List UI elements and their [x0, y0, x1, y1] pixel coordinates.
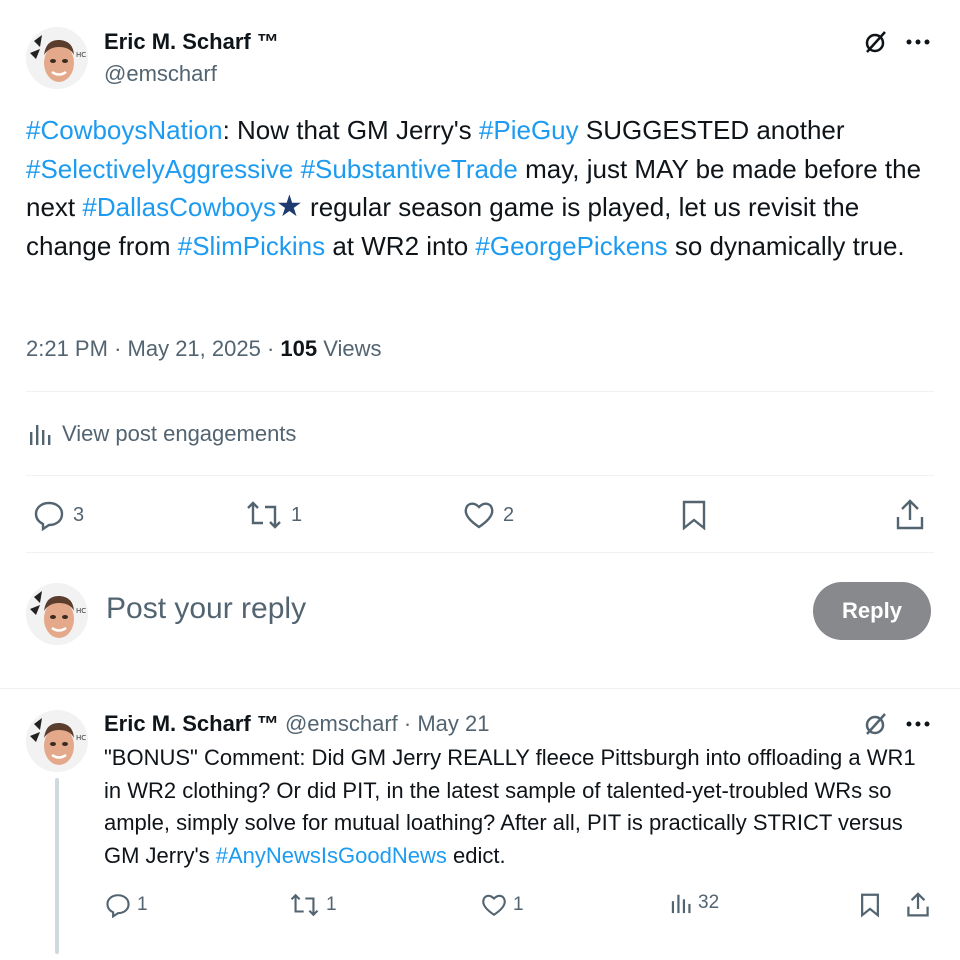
- hashtag-link[interactable]: #GeorgePickens: [475, 231, 667, 261]
- reply-header: Eric M. Scharf ™ @emscharf · May 21: [104, 711, 490, 737]
- bookmark-icon: [682, 500, 706, 531]
- more-options-icon[interactable]: [902, 708, 934, 740]
- share-icon: [907, 892, 929, 917]
- like-count: 2: [503, 503, 515, 526]
- meta-separator: ·: [266, 336, 281, 361]
- divider: [26, 552, 934, 553]
- repost-action[interactable]: 1: [289, 892, 337, 918]
- reply-icon: [106, 894, 130, 918]
- share-icon: [896, 499, 924, 530]
- reply-author-handle[interactable]: @emscharf: [285, 711, 398, 736]
- composer-avatar[interactable]: HC: [26, 583, 88, 645]
- view-engagements-label: View post engagements: [62, 421, 297, 446]
- reply-count: 3: [73, 503, 85, 526]
- thread-line[interactable]: [55, 778, 59, 954]
- author-name[interactable]: Eric M. Scharf ™: [104, 29, 279, 55]
- divider: [26, 391, 934, 392]
- reply-action[interactable]: 1: [105, 892, 148, 918]
- svg-text:HC: HC: [76, 607, 86, 615]
- svg-text:HC: HC: [76, 51, 86, 59]
- divider: [0, 688, 960, 689]
- hashtag-link[interactable]: #DallasCowboys: [82, 192, 276, 222]
- hashtag-link[interactable]: #CowboysNation: [26, 115, 223, 145]
- views-count: 105: [280, 336, 318, 361]
- analytics-icon: [671, 894, 691, 914]
- repost-icon: [247, 501, 281, 529]
- reply-icon: [34, 501, 64, 531]
- hashtag-link[interactable]: #SelectivelyAggressive: [26, 154, 293, 184]
- text-segment: so dynamically true.: [667, 230, 905, 261]
- bookmark-action[interactable]: [859, 892, 881, 918]
- bookmark-action[interactable]: [680, 499, 708, 531]
- reply-separator: ·: [403, 711, 412, 736]
- tweet-time[interactable]: 2:21 PM: [26, 336, 108, 361]
- hashtag-link[interactable]: #SlimPickins: [178, 231, 325, 261]
- text-segment: SUGGESTED another: [578, 115, 845, 145]
- hashtag-link[interactable]: #SubstantiveTrade: [301, 154, 518, 184]
- views-count: 32: [698, 892, 720, 913]
- divider: [26, 475, 934, 476]
- repost-count: 1: [326, 894, 337, 915]
- bookmark-icon: [861, 893, 879, 918]
- analytics-icon: [30, 425, 51, 445]
- meta-separator: ·: [114, 336, 128, 361]
- tweet-date[interactable]: May 21, 2025: [128, 336, 261, 361]
- text-segment: at WR2 into: [325, 230, 476, 261]
- svg-text:HC: HC: [76, 734, 86, 742]
- author-avatar[interactable]: HC: [26, 27, 88, 89]
- grok-icon[interactable]: [860, 26, 892, 58]
- tweet-meta: 2:21 PM · May 21, 2025 · 105 Views: [26, 336, 382, 362]
- grok-icon[interactable]: [860, 708, 892, 740]
- reply-date[interactable]: May 21: [417, 711, 489, 736]
- like-action[interactable]: 2: [463, 499, 514, 531]
- reply-count: 1: [137, 894, 148, 915]
- hashtag-link[interactable]: #AnyNewsIsGoodNews: [216, 843, 447, 868]
- reply-button[interactable]: Reply: [813, 582, 931, 640]
- reply-tweet-text: "BONUS" Comment: Did GM Jerry REALLY fle…: [104, 742, 934, 872]
- share-action[interactable]: [895, 499, 925, 531]
- heart-icon: [464, 502, 494, 529]
- reply-action[interactable]: 3: [33, 499, 84, 531]
- reply-author-name[interactable]: Eric M. Scharf ™: [104, 711, 279, 736]
- reply-author-avatar[interactable]: HC: [26, 710, 88, 772]
- like-action[interactable]: 1: [481, 892, 524, 918]
- views-action[interactable]: 32: [670, 892, 719, 914]
- hashtag-link[interactable]: #PieGuy: [479, 115, 579, 145]
- star-emoji: ★: [276, 189, 303, 224]
- repost-count: 1: [291, 503, 303, 526]
- text-segment: : Now that GM Jerry's: [222, 115, 479, 145]
- text-segment: edict.: [446, 842, 506, 868]
- tweet-text: #CowboysNation: Now that GM Jerry's #Pie…: [26, 111, 940, 265]
- repost-icon: [290, 893, 319, 917]
- like-count: 1: [513, 894, 524, 915]
- reply-input[interactable]: Post your reply: [106, 592, 306, 626]
- views-label: Views: [323, 336, 382, 361]
- more-options-icon[interactable]: [902, 26, 934, 58]
- share-action[interactable]: [906, 892, 930, 918]
- author-handle[interactable]: @emscharf: [104, 61, 217, 87]
- heart-icon: [482, 894, 506, 917]
- repost-action[interactable]: 1: [245, 499, 302, 531]
- view-engagements-link[interactable]: View post engagements: [28, 421, 296, 447]
- text-segment: [293, 154, 300, 184]
